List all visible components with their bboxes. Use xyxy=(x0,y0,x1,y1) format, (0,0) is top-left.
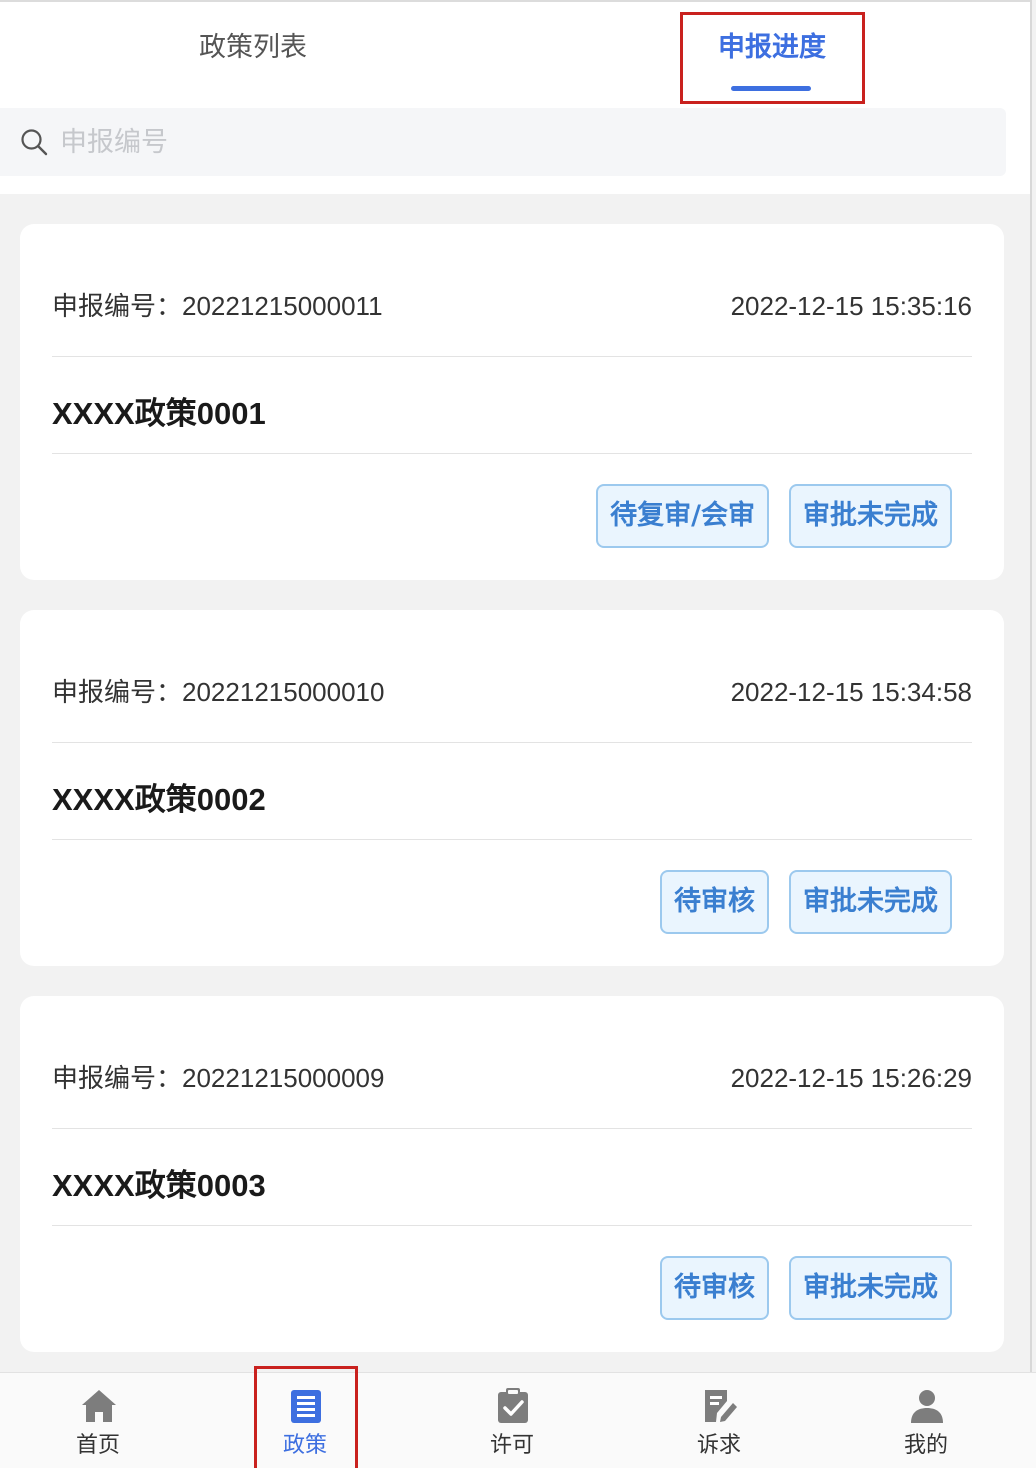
nav-permit[interactable]: 许可 xyxy=(452,1373,572,1468)
divider xyxy=(52,1225,972,1226)
search-icon xyxy=(21,129,48,156)
nav-home[interactable]: 首页 xyxy=(38,1373,158,1468)
application-number: 申报编号：20221215000011 xyxy=(52,291,383,322)
status-badge: 审批未完成 xyxy=(789,870,952,934)
status-badge: 待审核 xyxy=(660,870,769,934)
status-tags: 待审核 审批未完成 xyxy=(660,870,952,934)
application-number: 申报编号：20221215000010 xyxy=(52,677,385,708)
user-icon xyxy=(911,1390,943,1423)
edit-document-icon xyxy=(705,1390,737,1422)
policy-title: XXXX政策0003 xyxy=(52,1168,266,1204)
top-header: 政策列表 申报进度 xyxy=(0,0,1032,194)
application-card[interactable]: 申报编号：20221215000010 2022-12-15 15:34:58 … xyxy=(20,610,1004,966)
nav-mine[interactable]: 我的 xyxy=(866,1373,986,1468)
divider xyxy=(52,356,972,357)
nav-label: 诉求 xyxy=(696,1433,741,1458)
application-card[interactable]: 申报编号：20221215000009 2022-12-15 15:26:29 … xyxy=(20,996,1004,1352)
application-card[interactable]: 申报编号：20221215000011 2022-12-15 15:35:16 … xyxy=(20,224,1004,580)
divider xyxy=(52,453,972,454)
nav-label: 我的 xyxy=(903,1433,948,1458)
divider xyxy=(52,742,972,743)
status-tags: 待审核 审批未完成 xyxy=(660,1256,952,1320)
search-input[interactable] xyxy=(60,120,960,164)
nav-label: 许可 xyxy=(489,1433,534,1458)
search-bar xyxy=(0,108,1006,176)
divider xyxy=(52,1128,972,1129)
policy-title: XXXX政策0002 xyxy=(52,782,266,818)
tab-policy-list[interactable]: 政策列表 xyxy=(150,28,356,72)
right-edge-border xyxy=(1030,0,1032,1372)
status-badge: 审批未完成 xyxy=(789,1256,952,1320)
clipboard-check-icon xyxy=(498,1388,528,1423)
annotation-highlight-nav xyxy=(254,1366,358,1468)
nav-appeal[interactable]: 诉求 xyxy=(659,1373,779,1468)
nav-label: 首页 xyxy=(75,1433,120,1458)
annotation-highlight-tab xyxy=(680,12,865,104)
status-tags: 待复审/会审 审批未完成 xyxy=(596,484,952,548)
application-time: 2022-12-15 15:26:29 xyxy=(730,1063,972,1093)
application-time: 2022-12-15 15:35:16 xyxy=(730,291,972,321)
status-badge: 待审核 xyxy=(660,1256,769,1320)
divider xyxy=(52,839,972,840)
status-badge: 待复审/会审 xyxy=(596,484,769,548)
status-badge: 审批未完成 xyxy=(789,484,952,548)
application-number: 申报编号：20221215000009 xyxy=(52,1063,385,1094)
application-time: 2022-12-15 15:34:58 xyxy=(730,677,972,707)
policy-title: XXXX政策0001 xyxy=(52,396,266,432)
home-icon xyxy=(82,1390,116,1422)
bottom-tab-bar: 首页 政策 许可 诉求 我的 xyxy=(0,1372,1036,1468)
